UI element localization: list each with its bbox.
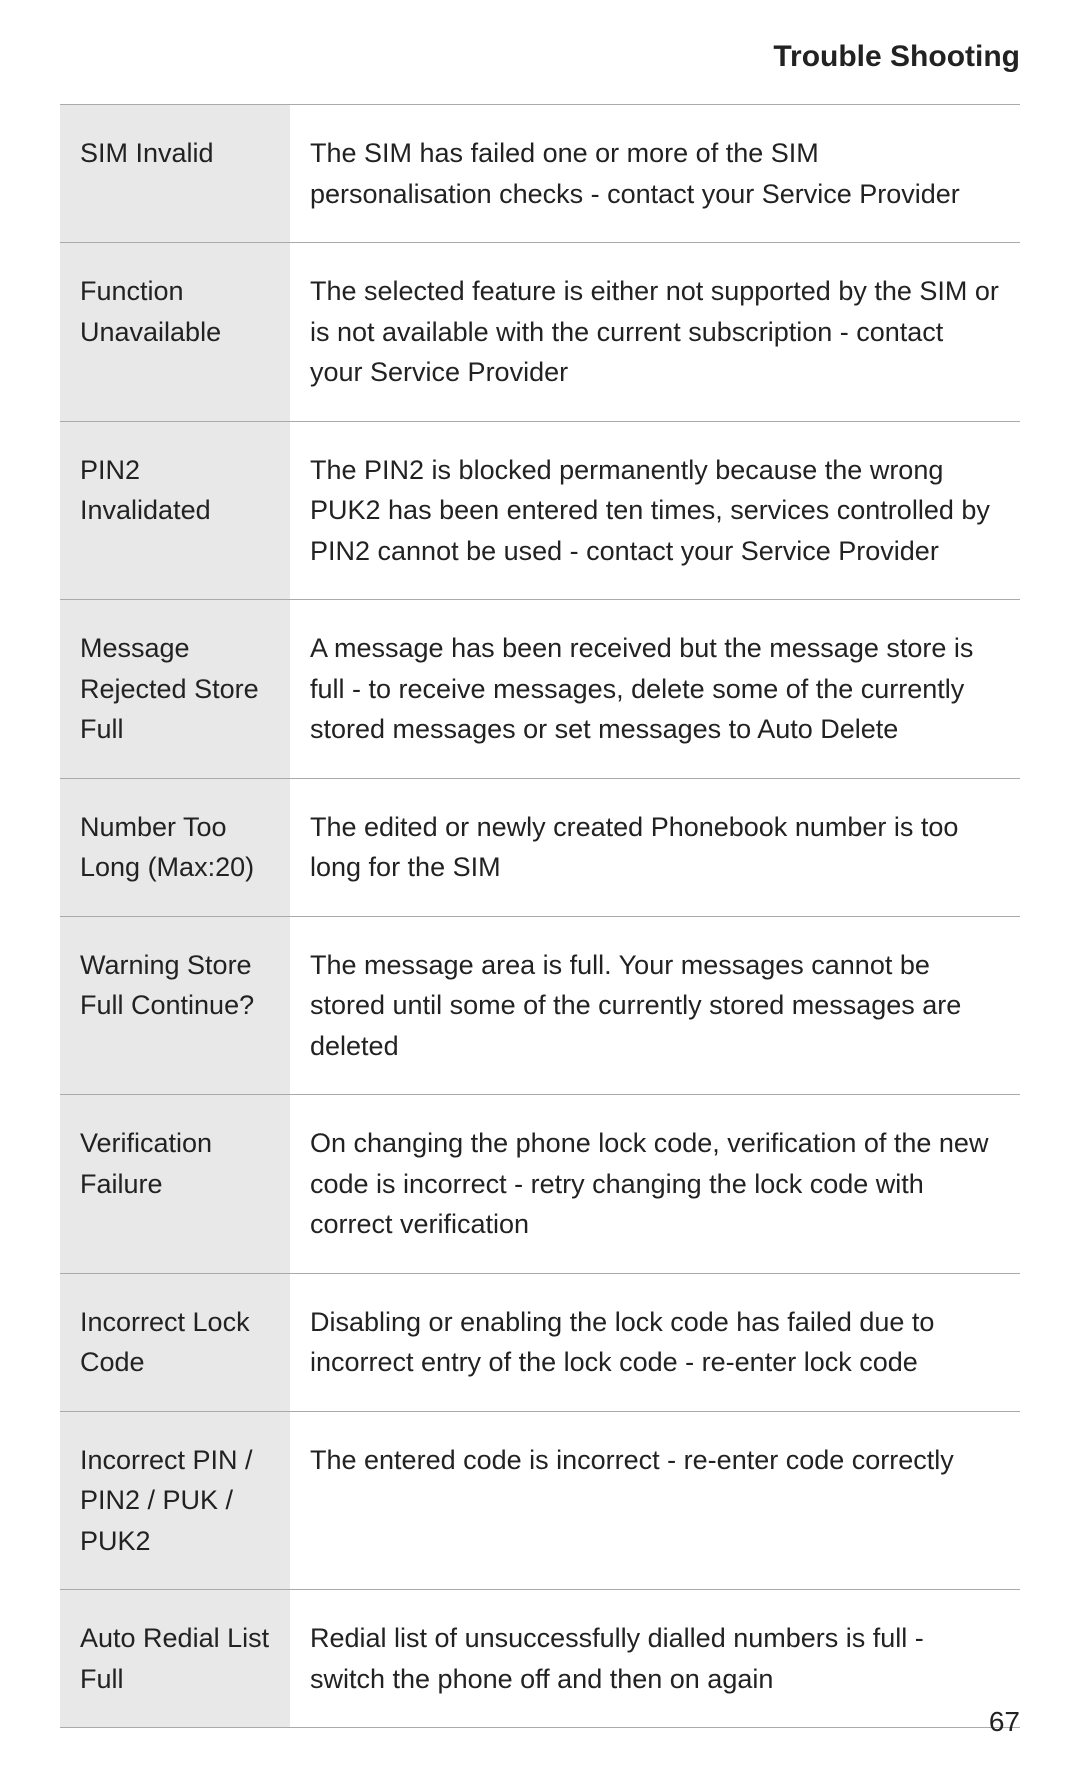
table-row: Number Too Long (Max:20)The edited or ne… <box>60 778 1020 916</box>
description-cell: Disabling or enabling the lock code has … <box>290 1273 1020 1411</box>
table-container: SIM InvalidThe SIM has failed one or mor… <box>0 94 1080 1788</box>
description-cell: The PIN2 is blocked permanently because … <box>290 421 1020 600</box>
table-row: SIM InvalidThe SIM has failed one or mor… <box>60 105 1020 243</box>
description-cell: A message has been received but the mess… <box>290 600 1020 779</box>
term-cell: PIN2 Invalidated <box>60 421 290 600</box>
term-cell: Verification Failure <box>60 1095 290 1274</box>
term-cell: Message Rejected Store Full <box>60 600 290 779</box>
table-row: Auto Redial List FullRedial list of unsu… <box>60 1590 1020 1728</box>
table-row: Function UnavailableThe selected feature… <box>60 243 1020 422</box>
description-cell: The entered code is incorrect - re-enter… <box>290 1411 1020 1590</box>
table-row: Verification FailureOn changing the phon… <box>60 1095 1020 1274</box>
table-row: Incorrect PIN / PIN2 / PUK / PUK2The ent… <box>60 1411 1020 1590</box>
term-cell: Number Too Long (Max:20) <box>60 778 290 916</box>
term-cell: Incorrect Lock Code <box>60 1273 290 1411</box>
description-cell: Redial list of unsuccessfully dialled nu… <box>290 1590 1020 1728</box>
table-row: PIN2 InvalidatedThe PIN2 is blocked perm… <box>60 421 1020 600</box>
term-cell: Incorrect PIN / PIN2 / PUK / PUK2 <box>60 1411 290 1590</box>
table-row: Message Rejected Store FullA message has… <box>60 600 1020 779</box>
description-cell: The edited or newly created Phonebook nu… <box>290 778 1020 916</box>
term-cell: SIM Invalid <box>60 105 290 243</box>
description-cell: The SIM has failed one or more of the SI… <box>290 105 1020 243</box>
page-title: Trouble Shooting <box>773 40 1020 73</box>
term-cell: Warning Store Full Continue? <box>60 916 290 1095</box>
table-row: Warning Store Full Continue?The message … <box>60 916 1020 1095</box>
description-cell: The message area is full. Your messages … <box>290 916 1020 1095</box>
page-number: 67 <box>989 1706 1020 1738</box>
trouble-table: SIM InvalidThe SIM has failed one or mor… <box>60 104 1020 1728</box>
description-cell: On changing the phone lock code, verific… <box>290 1095 1020 1274</box>
term-cell: Auto Redial List Full <box>60 1590 290 1728</box>
page-header: Trouble Shooting <box>0 0 1080 94</box>
table-row: Incorrect Lock CodeDisabling or enabling… <box>60 1273 1020 1411</box>
description-cell: The selected feature is either not suppo… <box>290 243 1020 422</box>
term-cell: Function Unavailable <box>60 243 290 422</box>
